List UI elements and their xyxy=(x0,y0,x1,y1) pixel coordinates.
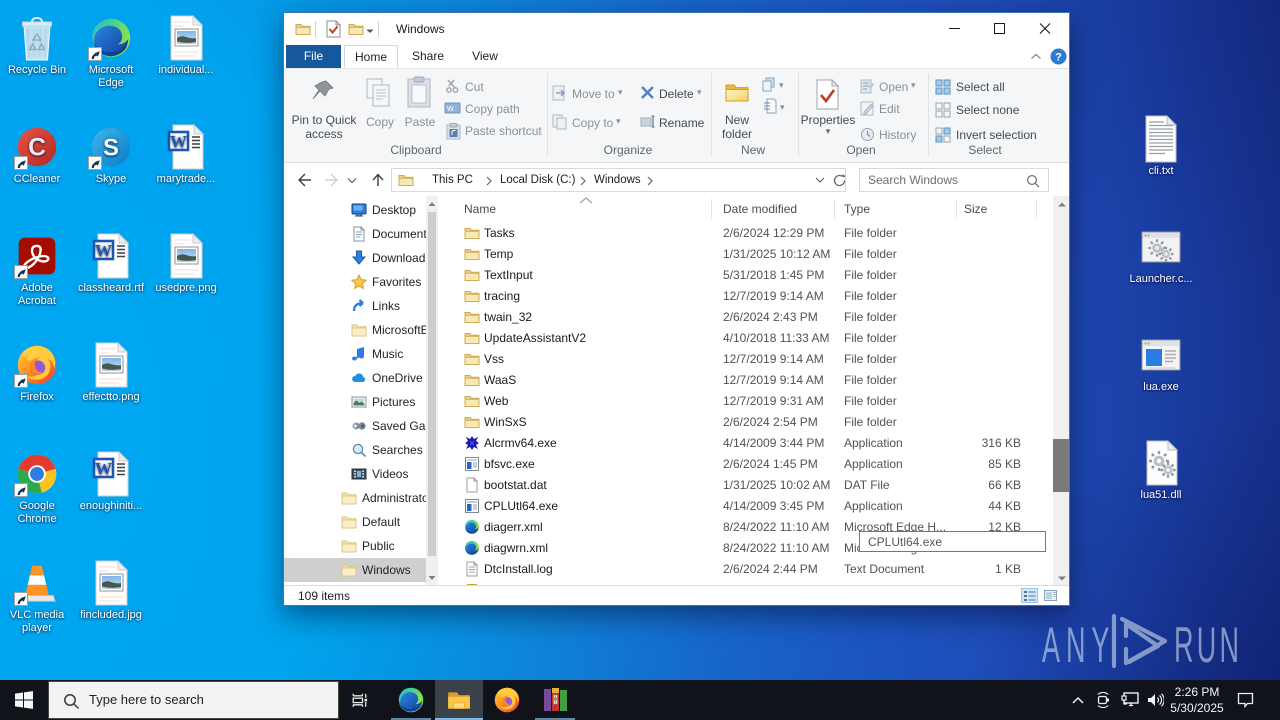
svg-text:?: ? xyxy=(1055,52,1062,64)
svg-text:RUN: RUN xyxy=(1174,617,1242,673)
svg-text:ANY: ANY xyxy=(1042,617,1115,673)
svg-text:W: W xyxy=(447,106,454,113)
